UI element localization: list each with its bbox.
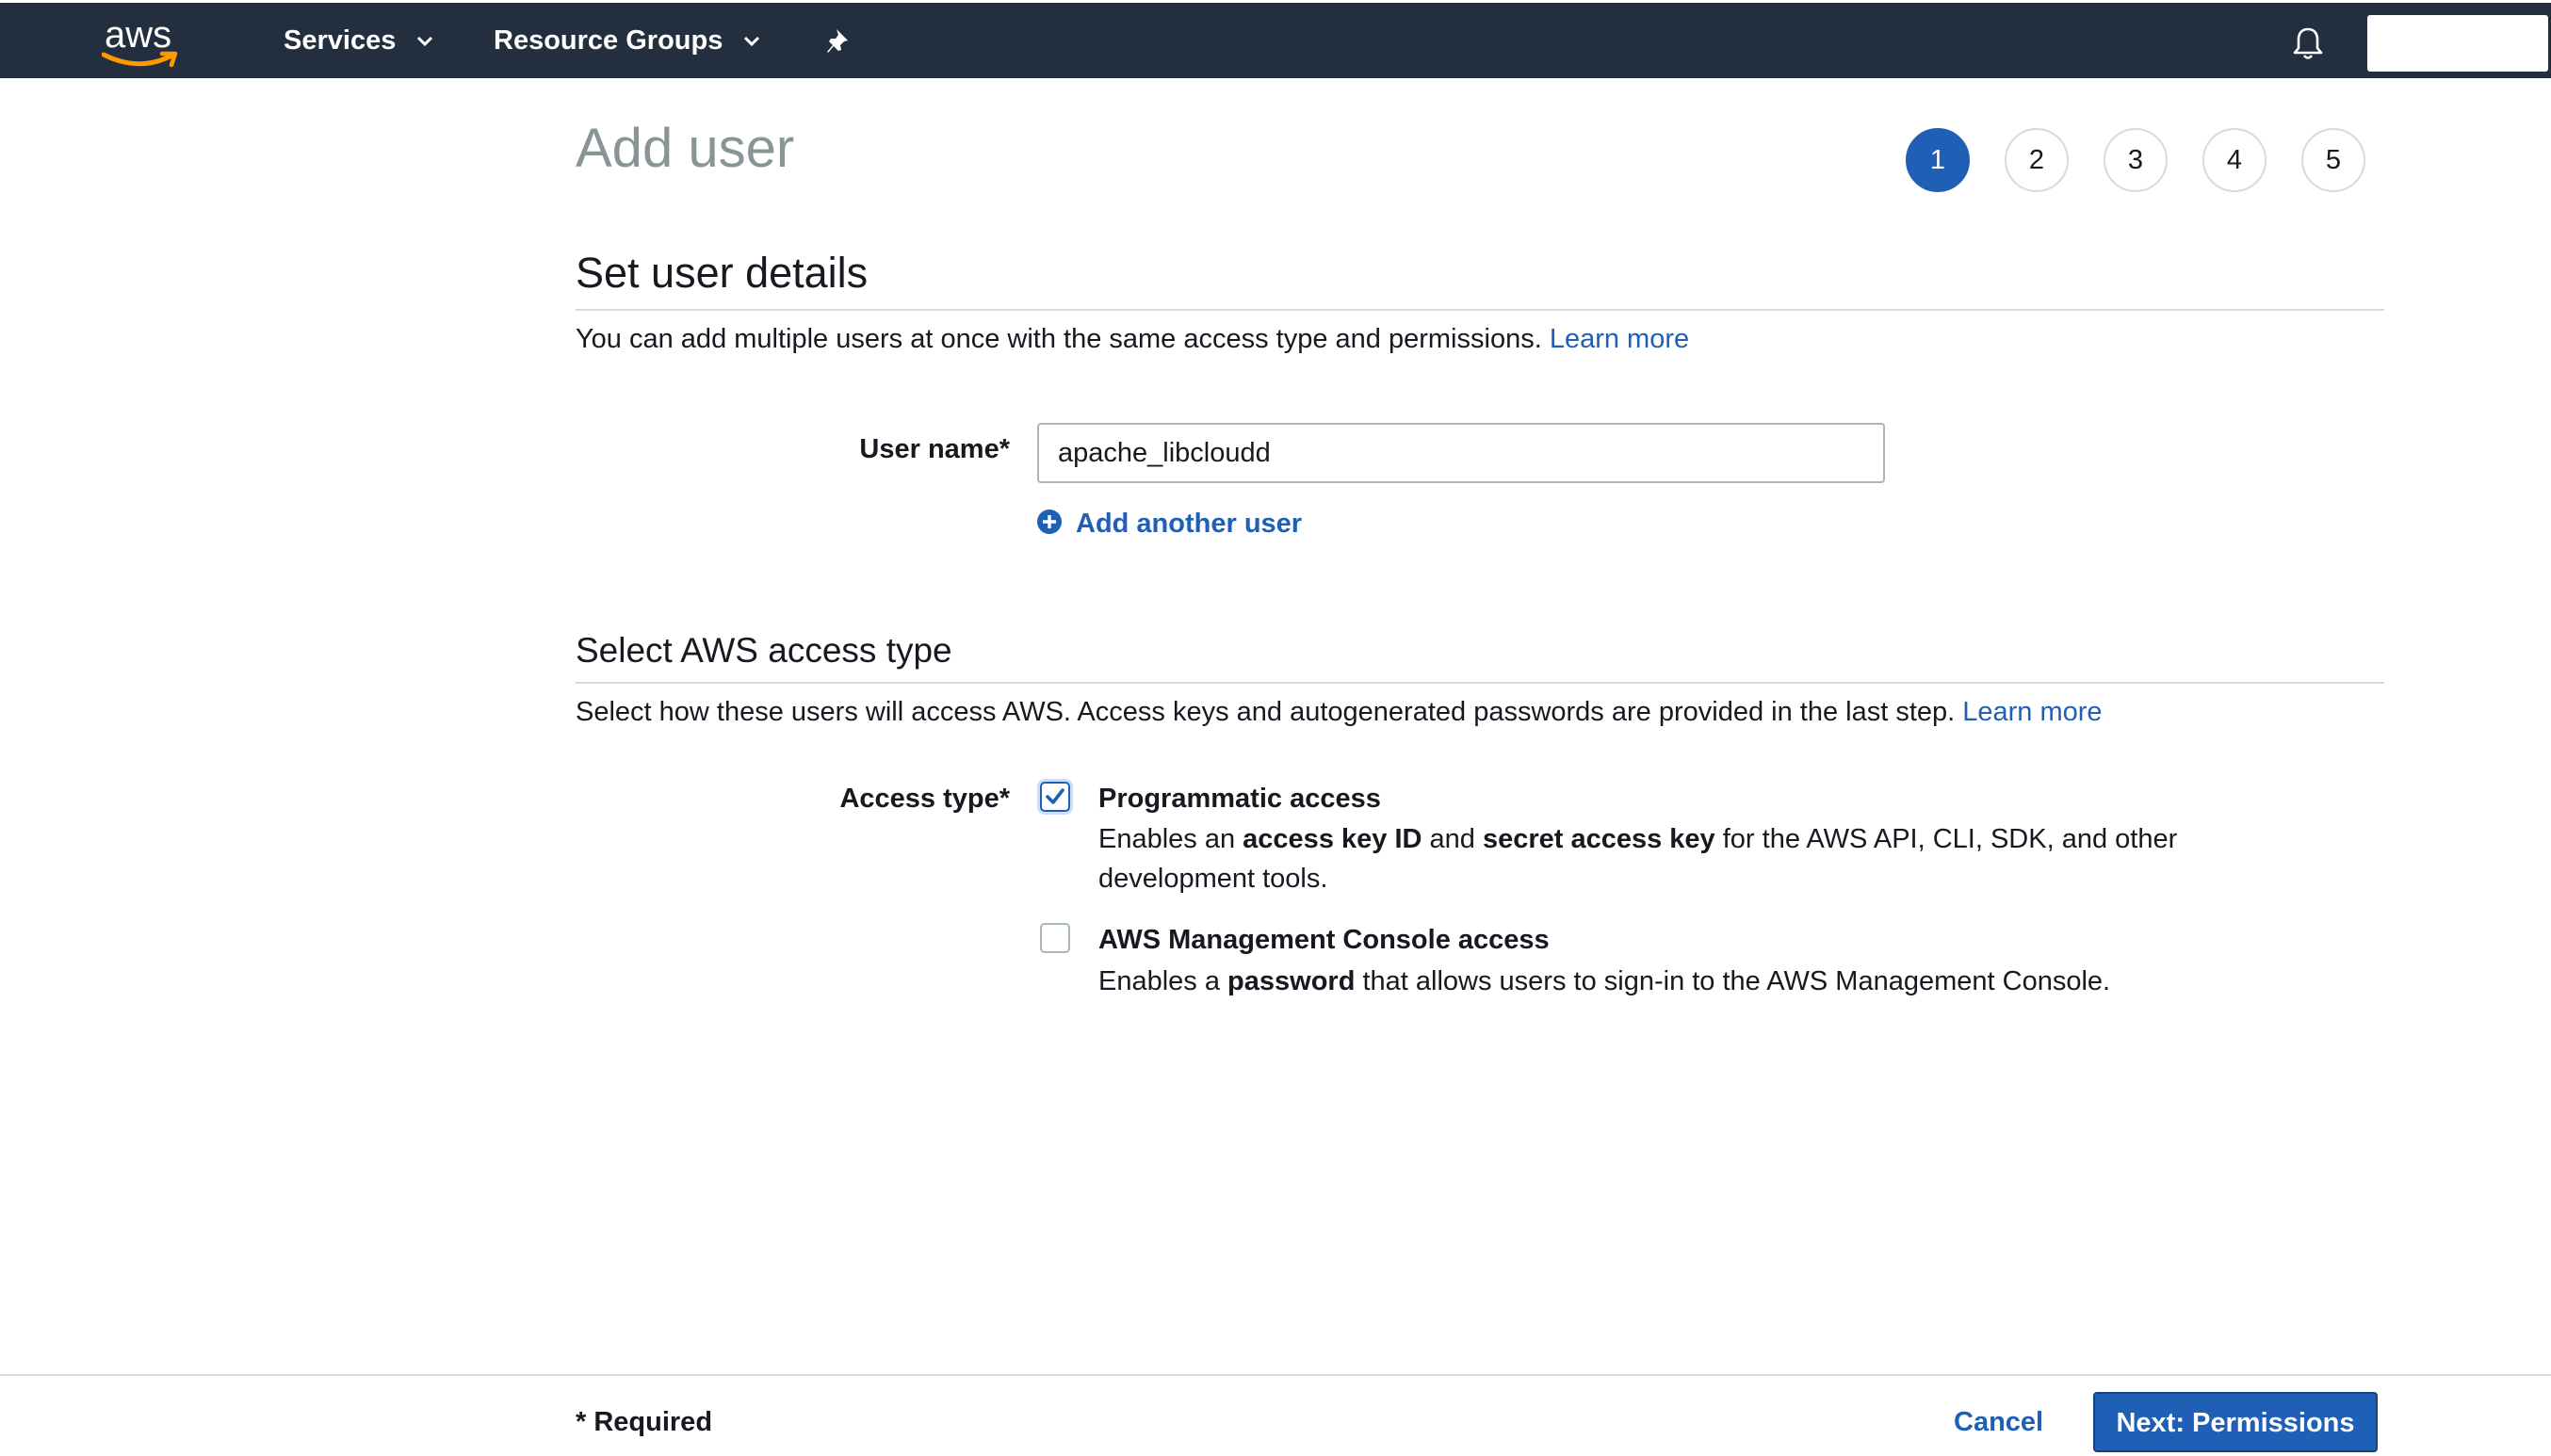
aws-logo[interactable]: aws <box>100 14 187 71</box>
bell-icon[interactable] <box>2291 25 2325 61</box>
add-another-user-label: Add another user <box>1076 509 1303 539</box>
cancel-button[interactable]: Cancel <box>1954 1407 2043 1438</box>
username-label: User name* <box>859 434 1010 464</box>
account-menu[interactable] <box>2367 15 2548 72</box>
description-text: Enables a <box>1098 966 1228 996</box>
access-type-description-text: Select how these users will access AWS. … <box>576 697 1956 727</box>
access-type-description: Select how these users will access AWS. … <box>576 697 2103 728</box>
footer-divider <box>0 1374 2551 1376</box>
step-1[interactable]: 1 <box>1906 128 1970 192</box>
console-access-checkbox[interactable] <box>1040 923 1070 953</box>
description-text: that allows users to sign-in to the AWS … <box>1355 966 2111 996</box>
resource-groups-menu[interactable]: Resource Groups <box>494 3 760 78</box>
services-menu[interactable]: Services <box>284 3 433 78</box>
programmatic-access-description: Enables an access key ID and secret acce… <box>1098 819 2191 898</box>
learn-more-link[interactable]: Learn more <box>1962 697 2102 727</box>
aws-smile-icon <box>102 51 178 68</box>
section-divider <box>576 309 2384 311</box>
console-access-description: Enables a password that allows users to … <box>1098 962 2191 1001</box>
step-5[interactable]: 5 <box>2301 128 2365 192</box>
programmatic-access-title: Programmatic access <box>1098 784 1381 814</box>
user-details-heading: Set user details <box>576 249 869 297</box>
username-input[interactable] <box>1037 423 1885 483</box>
top-navigation-bar: aws Services Resource Groups <box>0 3 2551 78</box>
user-details-description-text: You can add multiple users at once with … <box>576 324 1542 354</box>
user-details-description: You can add multiple users at once with … <box>576 324 1689 355</box>
section-divider <box>576 682 2384 684</box>
programmatic-access-checkbox[interactable] <box>1040 782 1070 812</box>
required-note: * Required <box>576 1407 713 1437</box>
pin-icon[interactable] <box>825 27 853 56</box>
page-title: Add user <box>576 118 795 179</box>
description-emphasis: secret access key <box>1482 824 1715 854</box>
resource-groups-label: Resource Groups <box>494 25 723 56</box>
step-2[interactable]: 2 <box>2005 128 2069 192</box>
learn-more-link[interactable]: Learn more <box>1550 324 1689 354</box>
access-type-heading: Select AWS access type <box>576 631 952 670</box>
step-4[interactable]: 4 <box>2202 128 2267 192</box>
description-text: and <box>1422 824 1483 854</box>
chevron-down-icon <box>417 37 433 47</box>
access-type-label: Access type* <box>839 784 1010 814</box>
add-another-user-button[interactable]: Add another user <box>1036 507 1302 541</box>
console-access-title: AWS Management Console access <box>1098 925 1550 955</box>
description-emphasis: access key ID <box>1243 824 1422 854</box>
description-text: Enables an <box>1098 824 1243 854</box>
checkmark-icon <box>1046 788 1064 804</box>
step-3[interactable]: 3 <box>2104 128 2168 192</box>
services-label: Services <box>284 25 397 56</box>
plus-circle-icon <box>1037 510 1062 535</box>
next-permissions-button[interactable]: Next: Permissions <box>2093 1392 2378 1452</box>
description-emphasis: password <box>1227 966 1356 996</box>
chevron-down-icon <box>744 37 760 47</box>
